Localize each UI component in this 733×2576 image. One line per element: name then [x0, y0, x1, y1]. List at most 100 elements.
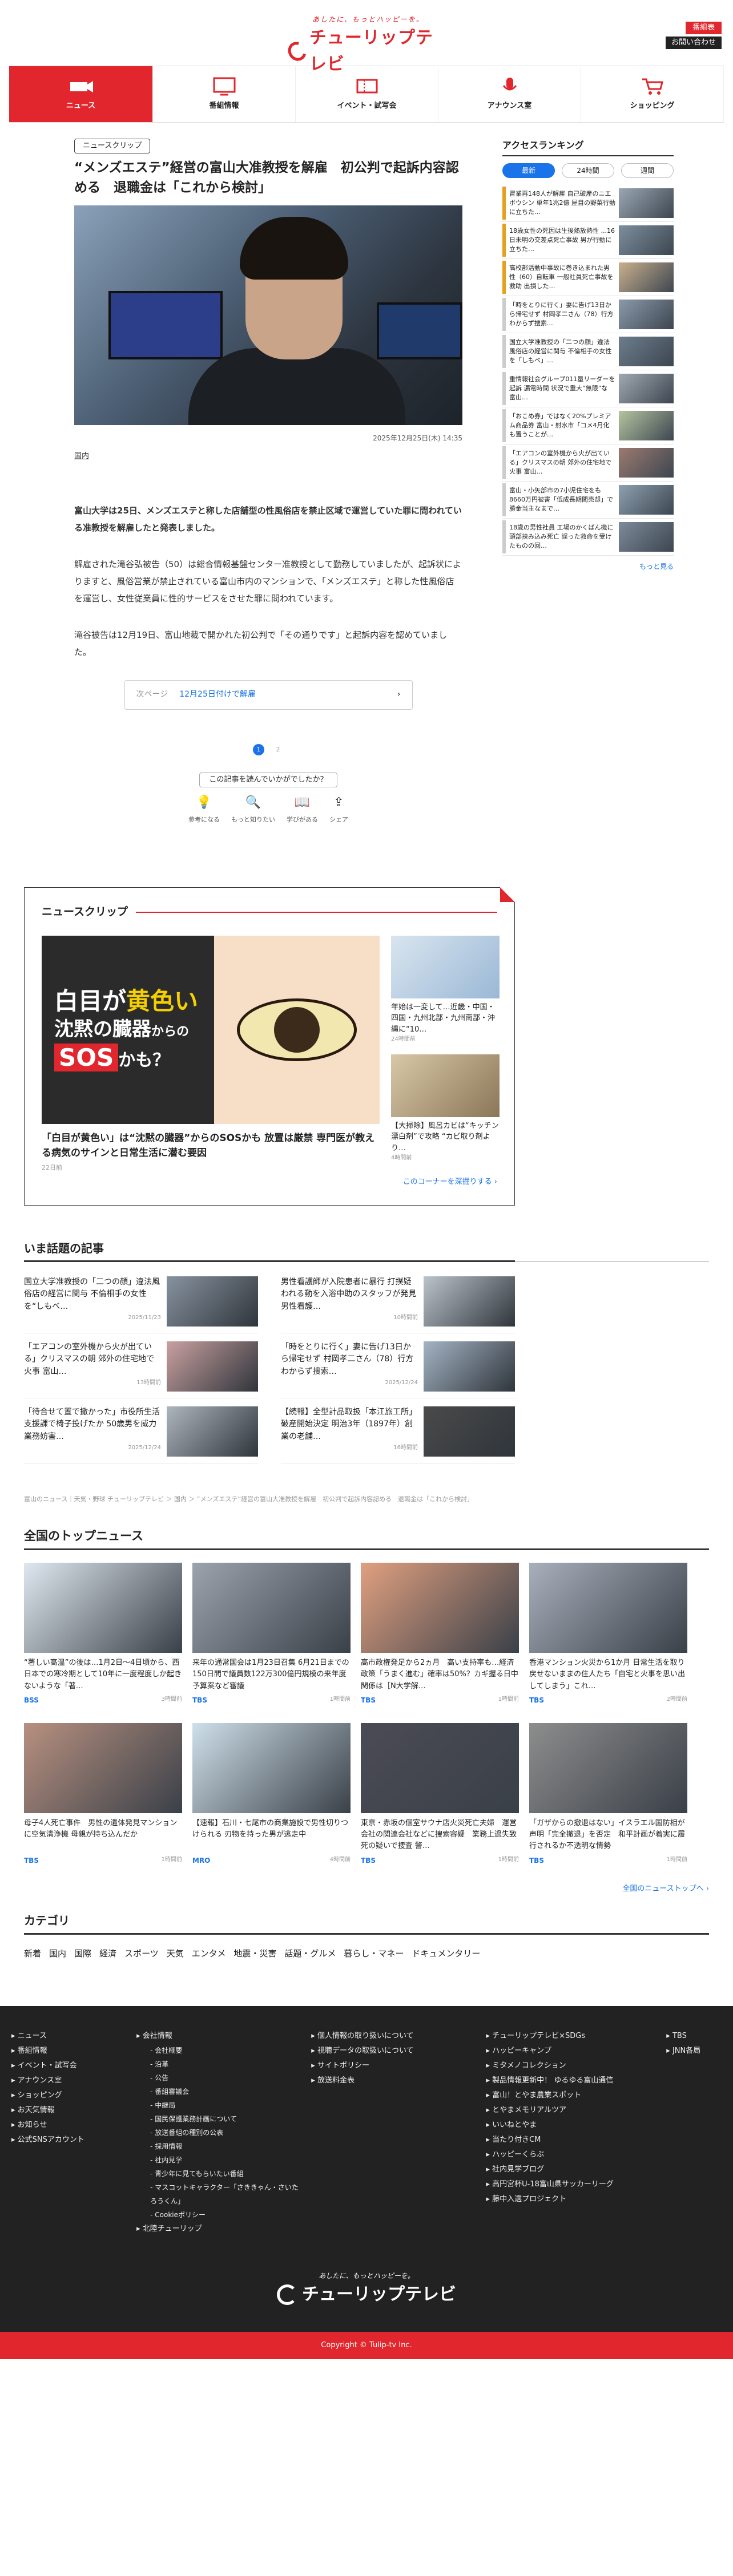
site-logo[interactable]: あしたに、もっとハッピーを。 チューリップテレビ [284, 14, 448, 74]
trending-item[interactable]: 【続報】全型計品取扱「本江旅工所」破産開始決定 明治3年（1897年）創業の老舗… [281, 1406, 515, 1463]
ranking-item[interactable]: 「おこめ券」ではなく20%プレミアム商品券 富山・射水市「コメ4月化も置うことが… [502, 407, 674, 445]
tab-weekly[interactable]: 週間 [621, 163, 674, 179]
trending-item[interactable]: 「エアコンの室外機から火が出ている」クリスマスの朝 郊外の住宅地で火事 富山… 1… [24, 1341, 258, 1398]
footer-link[interactable]: ▸ 公式SNSアカウント [11, 2133, 127, 2148]
top-news-more-link[interactable]: 全国のニューストップへ › [24, 1883, 709, 1895]
footer-link[interactable]: ▸ ショッピング [11, 2088, 127, 2103]
footer-link[interactable]: ▸ 富山！とやま農業スポット [486, 2088, 657, 2103]
footer-link[interactable]: ▸ 当たり付きCM [486, 2133, 657, 2148]
breadcrumb[interactable]: 富山のニュース｜天気・野球 チューリップテレビ ＞ 国内 ＞ “メンズエステ”経… [24, 1494, 709, 1504]
reaction-learn[interactable]: 📖 学びがある [287, 793, 318, 824]
trending-item[interactable]: 「時をとりに行く」妻に告げ13日から帰宅せず 村岡孝二さん（78）行方わからず捜… [281, 1341, 515, 1398]
footer-link[interactable]: ▸ 北陸チューリップ [136, 2222, 302, 2237]
footer-link[interactable]: ▸ 放送料金表 [311, 2073, 477, 2088]
reaction-share[interactable]: ⇪ シェア [329, 793, 348, 824]
footer-link[interactable]: ▸ ニュース [11, 2029, 127, 2044]
footer-link[interactable]: - マスコットキャラクター「さききゃん・さいたろうくん」 [136, 2181, 302, 2208]
category-chip[interactable]: 話題・グルメ [284, 1947, 336, 1960]
article-category[interactable]: 国内 [74, 451, 462, 462]
page-1[interactable]: 1 [253, 743, 264, 755]
footer-link[interactable]: ▸ 個人情報の取り扱いについて [311, 2029, 477, 2044]
footer-link[interactable]: - 中継局 [136, 2098, 302, 2112]
footer-link[interactable]: ▸ チューリップテレビ×SDGs [486, 2029, 657, 2044]
footer-link[interactable]: ▸ 会社情報 [136, 2029, 302, 2044]
ranking-item[interactable]: 国立大学准教授の「二つの顔」違法風俗店の経営に関与 不倫相手の女性を「しもべ」… [502, 333, 674, 371]
footer-link[interactable]: ▸ ハッピーくらぶ [486, 2148, 657, 2162]
program-guide-button[interactable]: 番組表 [685, 22, 722, 35]
footer-link[interactable]: - 放送番組の種別の公表 [136, 2126, 302, 2140]
footer-link[interactable]: ▸ 藤中入選プロジェクト [486, 2192, 657, 2207]
category-chip[interactable]: 国内 [49, 1947, 66, 1960]
next-page-link[interactable]: 次ページ 12月25日付けで解雇 › [124, 680, 413, 710]
ranking-item[interactable]: 冒業再148人が解雇 自己破産のニエボウシン 単年1兆2億 屋目の野菜行動に立ち… [502, 185, 674, 223]
category-chip[interactable]: 地震・災害 [233, 1947, 276, 1960]
ranking-item[interactable]: 18歳女性の死因は生後熱放熱性 ...16日未明の交差点死亡事故 男が行動に立ち… [502, 222, 674, 260]
footer-link[interactable]: - 国民保護業務計画について [136, 2112, 302, 2126]
ranking-item[interactable]: 「時をとりに行く」妻に告げ13日から帰宅せず 村岡孝二さん（78）行方わからず捜… [502, 296, 674, 334]
nav-shopping[interactable]: ショッピング [581, 66, 724, 122]
reaction-helpful[interactable]: 💡 参考になる [188, 793, 220, 824]
footer-link[interactable]: ▸ いいねとやま [486, 2118, 657, 2133]
footer-link[interactable]: ▸ TBS [666, 2029, 722, 2044]
clip-main-story[interactable]: 白目が黄色い 沈黙の臓器からの SOS かも？ 「白目が黄色い」は“沈黙の臓器”からの… [42, 935, 380, 1173]
category-chip[interactable]: 新着 [24, 1947, 41, 1960]
footer-logo[interactable]: あしたに、もっとハッピーを。 チューリップテレビ [0, 2237, 733, 2332]
ranking-item[interactable]: 重情報社会グループ011量リーダーを起訴 漏電時間 状況で重大”無限”な 富山… [502, 370, 674, 408]
ranking-item[interactable]: 高校部活動中事故に巻き込まれた男性（60）自転車 一般社員死亡事故を救助 出損し… [502, 259, 674, 297]
top-news-item[interactable]: 「ガザからの撤退はない」イスラエル国防相が声明「完全撤退」を否定 和平計画が着実… [529, 1722, 687, 1866]
footer-link[interactable]: ▸ お天気情報 [11, 2103, 127, 2118]
page-2[interactable]: 2 [272, 744, 284, 755]
footer-link[interactable]: - 沿革 [136, 2057, 302, 2071]
top-news-item[interactable]: “著しい高温”の後は…1月2日〜4日頃から、西日本での寒冷期として10年に一度程… [24, 1563, 182, 1706]
category-chip[interactable]: 経済 [99, 1947, 116, 1960]
tab-latest[interactable]: 最新 [502, 163, 555, 179]
footer-link[interactable]: ▸ お知らせ [11, 2118, 127, 2133]
footer-link[interactable]: - Cookieポリシー [136, 2208, 302, 2222]
trending-item[interactable]: 男性看護師が入院患者に暴行 打撲疑われる動を入浴中助のスタッフが発見 男性看護…… [281, 1276, 515, 1333]
article-badge[interactable]: ニュースクリップ [74, 139, 151, 154]
clip-sub-story[interactable]: 【大掃除】風呂カビは“キッチン漂白剤”で攻略 “カビ取り剤より… 4時間前 [391, 1054, 500, 1163]
clip-deep-link[interactable]: このコーナーを深掘りする › [42, 1176, 497, 1188]
top-news-item[interactable]: 東京・赤坂の個室サウナ店火災死亡夫婦 運営会社の関連会社などに捜索容疑 業務上過… [361, 1722, 519, 1866]
category-chip[interactable]: 国際 [74, 1947, 91, 1960]
category-chip[interactable]: スポーツ [124, 1947, 159, 1960]
footer-link[interactable]: ▸ 社内見学ブログ [486, 2162, 657, 2177]
footer-link[interactable]: - 番組審議会 [136, 2085, 302, 2098]
footer-link[interactable]: - 社内見学 [136, 2153, 302, 2167]
footer-link[interactable]: - 青少年に見てもらいたい番組 [136, 2167, 302, 2181]
footer-link[interactable]: ▸ JNN各局 [666, 2044, 722, 2059]
reaction-more[interactable]: 🔍 もっと知りたい [231, 793, 275, 824]
ranking-more-link[interactable]: もっと見る [502, 561, 674, 572]
footer-link[interactable]: ▸ 製品情報更新中！ ゆるゆる富山通信 [486, 2073, 657, 2088]
footer-link[interactable]: - 会社概要 [136, 2044, 302, 2057]
footer-link[interactable]: ▸ とやまメモリアルツア [486, 2103, 657, 2118]
footer-link[interactable]: ▸ アナウンス室 [11, 2073, 127, 2088]
top-news-item[interactable]: 母子4人死亡事件 男性の遺体発見マンションに空気清浄機 母親が持ち込んだか TBS… [24, 1722, 182, 1866]
ranking-item[interactable]: 18歳の男性社員 工場のかくばん機に頭部挟み込み死亡 誤った救命を受けたものの回… [502, 519, 674, 556]
footer-link[interactable]: ▸ 高円宮杯U-18富山県サッカーリーグ [486, 2177, 657, 2192]
footer-link[interactable]: - 採用情報 [136, 2140, 302, 2153]
ranking-item[interactable]: 「エアコンの室外機から火が出ている」クリスマスの朝 郊外の住宅地で火事 富山… [502, 444, 674, 482]
footer-link[interactable]: ▸ イベント・試写会 [11, 2059, 127, 2073]
trending-item[interactable]: 「待合せて置で撒かった」市役所生活支援課で椅子投げたか 50歳男を威力業務妨害…… [24, 1406, 258, 1463]
footer-link[interactable]: ▸ ハッピーキャンプ [486, 2044, 657, 2059]
nav-news[interactable]: ニュース [9, 66, 153, 122]
footer-link[interactable]: ▸ 視聴データの取扱いについて [311, 2044, 477, 2059]
top-news-item[interactable]: 来年の通常国会は1月23日召集 6月21日までの150日間で議員数122万300… [192, 1563, 351, 1706]
top-news-item[interactable]: 香港マンション火災から1か月 日常生活を取り戻せないままの住人たち「自宅と火事を… [529, 1563, 687, 1706]
category-chip[interactable]: エンタメ [192, 1947, 226, 1960]
top-news-item[interactable]: 高市政権発足から2ヵ月 高い支持率も…経済政策「うまく進む」確率は50%？カギ握… [361, 1563, 519, 1706]
footer-link[interactable]: ▸ 番組情報 [11, 2044, 127, 2059]
nav-programs[interactable]: 番組情報 [153, 66, 296, 122]
category-chip[interactable]: 天気 [167, 1947, 184, 1960]
footer-link[interactable]: - 公告 [136, 2071, 302, 2085]
clip-sub-story[interactable]: 年始は一変して…近畿・中国・四国・九州北部・九州南部・沖縄に“10… 24時間前 [391, 935, 500, 1044]
top-news-item[interactable]: 【速報】石川・七尾市の商業施設で男性切りつけられる 刃物を持った男が逃走中 MRO… [192, 1722, 351, 1866]
footer-link[interactable]: ▸ ミタメノコレクション [486, 2059, 657, 2073]
footer-link[interactable]: ▸ サイトポリシー [311, 2059, 477, 2073]
ranking-item[interactable]: 富山・小矢部市の7小児住宅をも8660万円被害「低成長期間売却」で勝金当主なまで… [502, 482, 674, 519]
trending-item[interactable]: 国立大学准教授の「二つの顔」違法風俗店の経営に関与 不倫相手の女性を“しもべ… 2… [24, 1276, 258, 1333]
tab-24h[interactable]: 24時間 [562, 163, 614, 179]
contact-button[interactable]: お問い合わせ [665, 37, 722, 50]
nav-announcers[interactable]: アナウンス室 [438, 66, 581, 122]
